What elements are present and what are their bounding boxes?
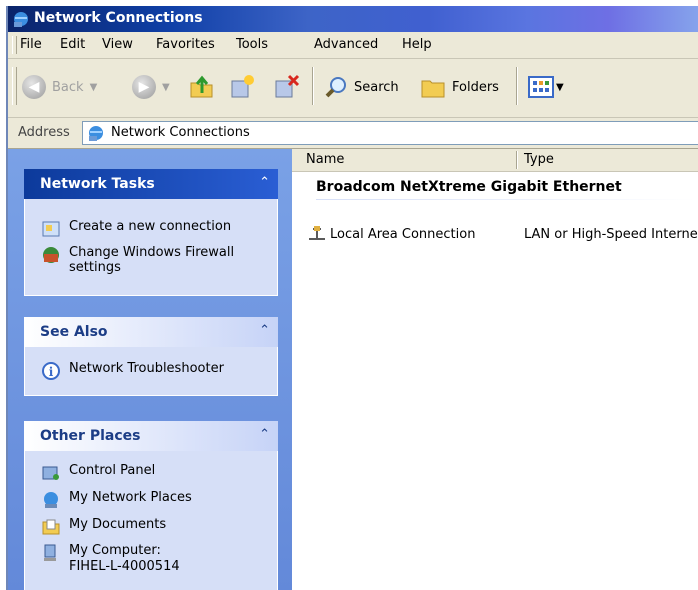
change-firewall-label: Change Windows Firewall settings: [69, 245, 235, 275]
lan-connection-icon: [309, 226, 325, 240]
back-dropdown-icon: ▼: [89, 81, 98, 93]
info-icon: i: [42, 362, 60, 380]
documents-folder-icon: [42, 519, 60, 535]
delete-toolbar-button[interactable]: [272, 73, 300, 101]
network-tasks-panel: Network Tasks ⌃ Create a new connection …: [24, 169, 278, 296]
new-connection-icon: [42, 221, 60, 237]
network-tasks-header[interactable]: Network Tasks ⌃: [24, 169, 278, 199]
back-arrow-icon: ◀: [22, 75, 46, 99]
collapse-chevron-icon[interactable]: ⌃: [259, 175, 270, 190]
connection-type: LAN or High-Speed Internet: [524, 227, 698, 242]
menu-edit[interactable]: Edit: [60, 37, 85, 52]
network-places-icon: [44, 492, 58, 508]
address-value: Network Connections: [111, 125, 250, 140]
column-divider[interactable]: [516, 151, 518, 169]
network-troubleshooter-link[interactable]: i Network Troubleshooter: [41, 361, 224, 381]
collapse-chevron-icon[interactable]: ⌃: [259, 323, 270, 338]
folders-label: Folders: [452, 79, 499, 95]
toolbar-separator-2: [516, 67, 518, 105]
control-panel-label: Control Panel: [69, 463, 156, 478]
search-icon: [325, 77, 346, 98]
menu-view[interactable]: View: [102, 37, 133, 52]
other-places-panel: Other Places ⌃ Control Panel My Network …: [24, 421, 278, 590]
network-add-icon: [231, 75, 254, 98]
column-type[interactable]: Type: [524, 152, 554, 167]
title-bar[interactable]: Network Connections: [8, 6, 698, 32]
svg-text:i: i: [49, 365, 54, 379]
address-bar: Address Network Connections: [8, 118, 698, 149]
other-places-header[interactable]: Other Places ⌃: [24, 421, 278, 451]
task-pane: Network Tasks ⌃ Create a new connection …: [8, 149, 292, 590]
folders-icon: [421, 80, 445, 98]
menu-bar: File Edit View Favorites Tools Advanced …: [8, 32, 698, 59]
network-connections-icon: [89, 126, 103, 141]
views-dropdown-icon: ▼: [556, 81, 564, 93]
address-field[interactable]: Network Connections: [82, 121, 698, 145]
explorer-window: Network Connections File Edit View Favor…: [6, 6, 698, 590]
column-name[interactable]: Name: [306, 152, 344, 167]
new-connection-toolbar-button[interactable]: [228, 73, 256, 101]
window-title: Network Connections: [34, 10, 203, 26]
see-also-panel: See Also ⌃ i Network Troubleshooter: [24, 317, 278, 396]
back-button[interactable]: ◀ Back ▼: [22, 75, 97, 99]
control-panel-link[interactable]: Control Panel: [41, 463, 155, 483]
menu-help[interactable]: Help: [402, 37, 432, 52]
create-connection-link[interactable]: Create a new connection: [41, 219, 231, 239]
network-connections-icon: [14, 12, 28, 27]
forward-arrow-icon: ▶: [132, 75, 156, 99]
computer-name-label: FIHEL-L-4000514: [69, 559, 180, 574]
column-header: Name Type: [292, 149, 698, 172]
my-computer-label-group: My Computer: FIHEL-L-4000514: [69, 543, 180, 575]
firewall-icon: [43, 247, 59, 263]
my-computer-link[interactable]: My Computer: FIHEL-L-4000514: [41, 543, 180, 575]
menubar-grip: [12, 36, 17, 54]
network-tasks-body: Create a new connection Change Windows F…: [24, 199, 278, 296]
menu-file[interactable]: File: [20, 37, 42, 52]
menu-favorites[interactable]: Favorites: [156, 37, 215, 52]
file-list: Name Type Broadcom NetXtreme Gigabit Eth…: [292, 149, 698, 590]
my-documents-link[interactable]: My Documents: [41, 517, 166, 537]
network-tasks-title: Network Tasks: [40, 176, 155, 192]
search-button[interactable]: Search: [324, 75, 399, 99]
delete-icon: [275, 74, 300, 98]
my-network-places-link[interactable]: My Network Places: [41, 490, 192, 510]
address-label: Address: [18, 125, 70, 140]
toolbar-separator: [312, 67, 314, 105]
network-troubleshooter-label: Network Troubleshooter: [69, 361, 224, 376]
list-item[interactable]: Local Area Connection: [306, 225, 475, 243]
see-also-title: See Also: [40, 324, 108, 340]
create-connection-label: Create a new connection: [69, 219, 232, 234]
menu-tools[interactable]: Tools: [236, 37, 268, 52]
other-places-title: Other Places: [40, 428, 141, 444]
see-also-header[interactable]: See Also ⌃: [24, 317, 278, 347]
forward-dropdown-icon: ▼: [162, 81, 170, 93]
search-label: Search: [354, 79, 399, 95]
change-firewall-link[interactable]: Change Windows Firewall settings: [41, 245, 241, 275]
views-button[interactable]: ▼: [528, 75, 564, 99]
control-panel-icon: [42, 466, 59, 480]
collapse-chevron-icon[interactable]: ⌃: [259, 427, 270, 442]
see-also-body: i Network Troubleshooter: [24, 347, 278, 396]
group-divider: [316, 199, 696, 200]
my-documents-label: My Documents: [69, 517, 167, 532]
toolbar: ◀ Back ▼ ▶ ▼ Search Folders ▼: [8, 59, 698, 118]
group-header: Broadcom NetXtreme Gigabit Ethernet: [316, 179, 622, 195]
menu-advanced[interactable]: Advanced: [314, 37, 378, 52]
folders-button[interactable]: Folders: [420, 75, 499, 99]
other-places-body: Control Panel My Network Places My Docum…: [24, 451, 278, 590]
connection-name: Local Area Connection: [330, 226, 476, 242]
my-network-places-label: My Network Places: [69, 490, 192, 505]
up-folder-button[interactable]: [188, 73, 216, 101]
forward-button[interactable]: ▶ ▼: [132, 75, 170, 99]
back-label: Back: [52, 79, 84, 95]
views-icon: [528, 76, 554, 98]
my-computer-label: My Computer:: [69, 543, 161, 558]
up-folder-icon: [190, 75, 213, 98]
computer-icon: [44, 544, 56, 561]
toolbar-grip: [12, 67, 17, 105]
